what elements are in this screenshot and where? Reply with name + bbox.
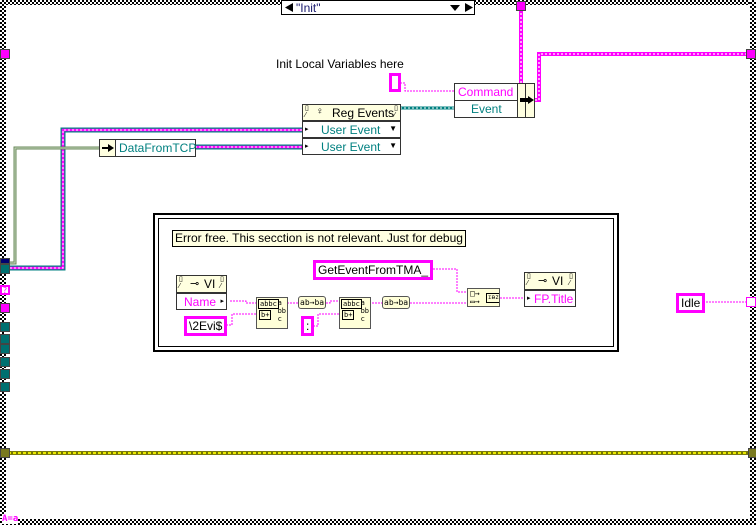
vi-property-node-2-header[interactable]: ▯ ⁄ ⊸ VI ▯ ⁄ <box>524 272 576 290</box>
event-icon: ♀ <box>316 106 324 117</box>
key-icon: ⊸ <box>190 278 200 290</box>
triangle-right-icon[interactable] <box>464 3 474 12</box>
tunnel-refnum-in[interactable] <box>0 264 10 274</box>
vi-property-node-2-title: VI <box>552 274 564 288</box>
chevron-down-icon[interactable]: ▼ <box>389 141 397 150</box>
tunnel-left-string[interactable] <box>0 49 10 59</box>
vi-property-node-1-header[interactable]: ▯ ⁄ ⊸ VI ▯ ⁄ <box>176 275 227 293</box>
debug-comment: Error free. This secction is not relevan… <box>172 230 466 247</box>
unbundle-node-icon <box>99 139 116 157</box>
vi-property-node-1-title: VI <box>204 277 216 291</box>
bundle-node-icon <box>517 83 535 118</box>
case-sensitive-badge: A=a <box>2 514 19 524</box>
vi-property-node-2-property[interactable]: ▸ FP.Title <box>524 290 576 307</box>
string-wire-output <box>535 52 750 102</box>
triangle-left-icon[interactable] <box>284 3 294 12</box>
reg-events-title: Reg Events <box>332 106 395 120</box>
vi-property-fp-title: FP.Title <box>534 292 574 306</box>
tunnel-refnum-2[interactable] <box>0 322 10 332</box>
reg-events-input-2-label: User Event <box>321 140 381 154</box>
case-selector-value: "Init" <box>296 1 321 15</box>
chevron-down-icon[interactable]: ▼ <box>389 124 397 133</box>
idle-constant[interactable]: Idle <box>676 293 706 313</box>
tunnel-string-2[interactable] <box>0 303 10 313</box>
tunnel-refnum-3[interactable] <box>0 334 10 344</box>
empty-string-constant[interactable] <box>389 73 401 92</box>
init-local-vars-label: Init Local Variables here <box>276 57 404 71</box>
chevron-down-icon[interactable] <box>450 5 460 14</box>
reverse-string-function-1[interactable]: ab→ba <box>298 296 326 309</box>
tunnel-error-out[interactable] <box>748 448 756 458</box>
reverse-string-function-2[interactable]: ab→ba <box>382 296 410 309</box>
bundle-field-event[interactable]: Event <box>471 102 502 116</box>
tunnel-error-in[interactable] <box>0 448 10 458</box>
reg-events-input-1-label: User Event <box>321 123 381 137</box>
get-event-constant[interactable]: GetEventFromTMA_ <box>313 260 434 280</box>
data-from-tcp-field[interactable]: DataFromTCP <box>115 139 196 157</box>
reg-events-doc-icon: ▯ ⁄ <box>305 105 309 119</box>
match-pattern-function-1[interactable]: abbc b+ a bb c <box>256 297 288 329</box>
tunnel-refnum-5[interactable] <box>0 357 10 367</box>
key-icon: ⊸ <box>538 275 548 287</box>
vi-property-name: Name <box>184 295 217 309</box>
arrow-right-icon <box>520 96 534 104</box>
string-wire-init <box>400 82 455 92</box>
tunnel-refnum-6[interactable] <box>0 369 10 379</box>
concatenate-strings-function[interactable]: □→ ▭→ ɪᴃz <box>467 288 500 307</box>
vi-property-node-1-property[interactable]: Name ▸ <box>176 293 227 310</box>
tunnel-command-out[interactable] <box>746 49 756 59</box>
tunnel-unknown[interactable]: ? <box>0 285 10 295</box>
case-selector[interactable]: "Init" <box>281 0 475 15</box>
tunnel-refnum-4[interactable] <box>0 344 10 354</box>
reg-events-input-1[interactable]: ▸ User Event ▼ <box>302 121 401 138</box>
tunnel-idle-out[interactable] <box>746 297 756 307</box>
cluster-wire <box>6 146 100 265</box>
reg-events-node[interactable]: ▯ ⁄ ♀ Reg Events ▯ ⁄ <box>302 104 401 121</box>
colon-constant[interactable]: : <box>301 316 315 336</box>
bundle-field-command[interactable]: Command <box>458 85 513 99</box>
reg-events-input-2[interactable]: ▸ User Event ▼ <box>302 138 401 155</box>
match-pattern-function-2[interactable]: abbc b+ a bb c <box>339 297 371 329</box>
tunnel-command-in[interactable] <box>516 1 526 11</box>
data-from-tcp-label: DataFromTCP <box>119 141 197 155</box>
arrow-right-icon <box>102 144 114 152</box>
regex-constant[interactable]: \2Evi$ <box>184 316 228 336</box>
tunnel-refnum-7[interactable] <box>0 382 10 392</box>
bundle-by-name-node[interactable]: Command Event <box>454 83 518 118</box>
reg-events-doc-icon-right: ▯ ⁄ <box>394 105 398 119</box>
